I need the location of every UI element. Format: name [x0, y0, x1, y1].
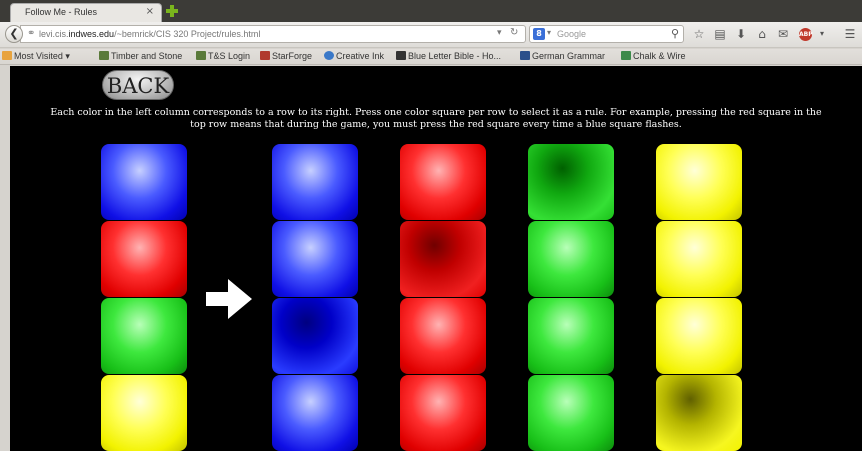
reference-square-blue: [101, 144, 187, 220]
globe-icon: ⚭: [27, 28, 36, 39]
bookmark-item[interactable]: Most Visited ▾: [2, 51, 70, 62]
menu-icon[interactable]: ☰: [843, 27, 857, 41]
navigation-toolbar: ⚭ levi.cis.indwes.edu/~bemrick/CIS 320 P…: [0, 22, 862, 48]
rule-square-row1-green[interactable]: [528, 144, 614, 220]
rules-page: BACK Each color in the left column corre…: [10, 66, 862, 451]
bookmark-item[interactable]: Creative Ink: [324, 51, 384, 61]
instructions-text: Each color in the left column correspond…: [10, 107, 862, 131]
rule-square-row4-yellow[interactable]: [656, 375, 742, 451]
bookmark-favicon-icon: [324, 51, 334, 60]
browser-back-button[interactable]: ❮: [5, 25, 23, 43]
reading-list-icon[interactable]: ▤: [713, 27, 727, 41]
instructions-line-1: Each color in the left column correspond…: [50, 107, 822, 118]
reference-square-yellow: [101, 375, 187, 451]
rule-square-row2-red[interactable]: [400, 221, 486, 297]
folder-icon: [2, 51, 12, 60]
tab-title: Follow Me - Rules: [25, 7, 98, 17]
search-icon[interactable]: ⚲: [671, 27, 679, 40]
adblock-dropdown-icon[interactable]: ▾: [815, 27, 829, 41]
rule-square-row4-red[interactable]: [400, 375, 486, 451]
tab-close-icon[interactable]: ×: [146, 6, 154, 17]
bookmark-favicon-icon: [621, 51, 631, 60]
search-engine-icon[interactable]: 8: [533, 28, 545, 40]
bookmark-favicon-icon: [196, 51, 206, 60]
rule-square-row3-red[interactable]: [400, 298, 486, 374]
home-icon[interactable]: ⌂: [755, 27, 769, 41]
bookmark-item[interactable]: Chalk & Wire: [621, 51, 686, 61]
rule-square-row1-blue[interactable]: [272, 144, 358, 220]
rule-square-row3-green[interactable]: [528, 298, 614, 374]
reference-square-red: [101, 221, 187, 297]
tab-follow-me-rules[interactable]: Follow Me - Rules ×: [10, 3, 162, 22]
bookmark-favicon-icon: [99, 51, 109, 60]
rule-square-row3-yellow[interactable]: [656, 298, 742, 374]
back-button[interactable]: BACK: [102, 70, 174, 100]
search-input[interactable]: Google: [557, 29, 586, 39]
rule-square-row2-blue[interactable]: [272, 221, 358, 297]
rule-square-row2-yellow[interactable]: [656, 221, 742, 297]
search-dropdown-icon[interactable]: ▾: [547, 28, 551, 37]
rule-square-row1-red[interactable]: [400, 144, 486, 220]
bookmark-item[interactable]: T&S Login: [196, 51, 250, 61]
arrow-right-icon: [206, 279, 252, 319]
adblock-icon[interactable]: ABP: [799, 28, 813, 41]
url-text[interactable]: levi.cis.indwes.edu/~bemrick/CIS 320 Pro…: [39, 29, 260, 39]
reference-square-green: [101, 298, 187, 374]
bookmark-item[interactable]: Timber and Stone: [99, 51, 182, 61]
bookmark-favicon-icon: [260, 51, 270, 60]
url-bar[interactable]: ⚭ levi.cis.indwes.edu/~bemrick/CIS 320 P…: [20, 25, 526, 43]
url-dropdown-icon[interactable]: ▾: [497, 28, 502, 38]
tab-bar: Follow Me - Rules ×: [0, 0, 862, 22]
bookmark-favicon-icon: [520, 51, 530, 60]
rule-square-row1-yellow[interactable]: [656, 144, 742, 220]
bookmark-star-icon[interactable]: ☆: [692, 27, 706, 41]
bookmark-favicon-icon: [396, 51, 406, 60]
downloads-icon[interactable]: ⬇: [734, 27, 748, 41]
social-icon[interactable]: ✉: [776, 27, 790, 41]
bookmark-item[interactable]: Blue Letter Bible - Ho...: [396, 51, 501, 61]
bookmark-item[interactable]: StarForge: [260, 51, 312, 61]
rule-square-row3-blue[interactable]: [272, 298, 358, 374]
rule-square-row4-blue[interactable]: [272, 375, 358, 451]
rule-square-row2-green[interactable]: [528, 221, 614, 297]
instructions-line-2: top row means that during the game, you …: [190, 119, 682, 130]
bookmarks-toolbar: Most Visited ▾ Timber and Stone T&S Logi…: [0, 49, 862, 65]
search-bar[interactable]: 8 ▾ Google ⚲: [529, 25, 684, 43]
reload-icon[interactable]: ↻: [510, 27, 518, 38]
rule-square-row4-green[interactable]: [528, 375, 614, 451]
bookmark-item[interactable]: German Grammar: [520, 51, 605, 61]
new-tab-icon[interactable]: [165, 4, 179, 18]
